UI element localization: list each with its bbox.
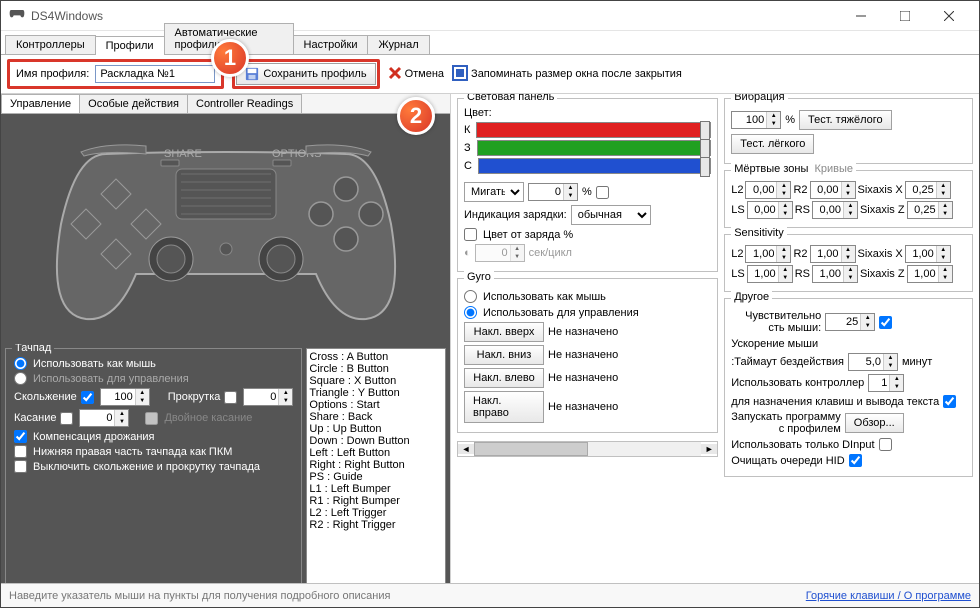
jitter-check[interactable]: Компенсация дрожания: [14, 430, 293, 443]
pulse-spin: ▲▼: [475, 244, 525, 262]
rumble-spin[interactable]: ▲▼: [731, 111, 781, 129]
flash-select[interactable]: Мигать п: [464, 182, 524, 202]
scroll-check[interactable]: [224, 391, 237, 404]
minimize-button[interactable]: [839, 1, 883, 31]
other-group: Другое Чувствительно сть мыши: ▲▼ Ускоре…: [724, 298, 973, 477]
touchpad-mouse-radio[interactable]: Использовать как мышь: [14, 357, 293, 370]
idle-spin[interactable]: ▲▼: [848, 353, 898, 371]
sensitivity-group: Sensitivity L2▲▼ R2▲▼ Sixaxis X▲▼ LS▲▼ R…: [724, 234, 973, 292]
subtab-readings[interactable]: Controller Readings: [187, 94, 302, 113]
save-icon: [245, 67, 259, 81]
profile-name-label: Имя профиля:: [16, 68, 89, 80]
status-bar: Наведите указатель мыши на пункты для по…: [1, 583, 979, 607]
slide-check[interactable]: [81, 391, 94, 404]
tilt-left-button[interactable]: Накл. влево: [464, 368, 544, 388]
blue-slider[interactable]: [478, 158, 711, 174]
sub-tabs: Управление Особые действия Controller Re…: [1, 94, 450, 114]
tab-settings[interactable]: Настройки: [293, 35, 369, 54]
touchpad-controls-radio[interactable]: Использовать для управления: [14, 372, 293, 385]
touchpad-legend: Тачпад: [12, 344, 54, 354]
hscrollbar[interactable]: ◄►: [457, 441, 718, 457]
tilt-right-button[interactable]: Накл. вправо: [464, 391, 544, 423]
lightbar-group: Световая панель Цвет: К З С Мигать п ▲▼ …: [457, 98, 718, 272]
flash-check[interactable]: [596, 186, 609, 199]
dinput-check[interactable]: Использовать только DInput: [731, 438, 966, 451]
subtab-special[interactable]: Особые действия: [79, 94, 188, 113]
callout-1: 1: [211, 39, 249, 77]
browse-button[interactable]: Обзор...: [845, 413, 904, 433]
test-light-button[interactable]: Тест. лёгкого: [731, 134, 814, 154]
flash-spin[interactable]: ▲▼: [528, 183, 578, 201]
profile-toolbar: Имя профиля: Сохранить профиль Отмена За…: [1, 55, 979, 94]
rumble-group: Вибрация ▲▼ % Тест. тяжёлого Тест. лёгко…: [724, 98, 973, 164]
maximize-button[interactable]: [883, 1, 927, 31]
controller-diagram[interactable]: SHARE OPTIONS: [1, 114, 450, 344]
titlebar: DS4Windows: [1, 1, 979, 31]
green-slider[interactable]: [477, 140, 712, 156]
gyro-group: Gyro Использовать как мышь Использовать …: [457, 278, 718, 433]
tab-controllers[interactable]: Контроллеры: [5, 35, 96, 54]
rmb-check[interactable]: Нижняя правая часть тачпада как ПКМ: [14, 445, 293, 458]
slide-spin[interactable]: ▲▼: [100, 388, 150, 406]
close-button[interactable]: [927, 1, 971, 31]
scroll-spin[interactable]: ▲▼: [243, 388, 293, 406]
status-hint: Наведите указатель мыши на пункты для по…: [9, 590, 806, 602]
svg-text:SHARE: SHARE: [164, 148, 202, 160]
deadzone-group: Мёртвые зоны Кривые L2▲▼ R2▲▼ Sixaxis X▲…: [724, 170, 973, 228]
window-title: DS4Windows: [31, 9, 839, 23]
tilt-down-button[interactable]: Накл. вниз: [464, 345, 544, 365]
remember-size-label[interactable]: Запоминать размер окна после закрытия: [471, 68, 682, 80]
touchpad-group: Тачпад Использовать как мышь Использоват…: [5, 348, 302, 586]
test-heavy-button[interactable]: Тест. тяжёлого: [799, 110, 892, 130]
charging-select[interactable]: обычная: [571, 205, 651, 225]
red-slider[interactable]: [476, 122, 711, 138]
subtab-controls[interactable]: Управление: [1, 94, 80, 113]
flush-hid-check[interactable]: Очищать очереди HID: [731, 454, 966, 467]
hotkeys-link[interactable]: Горячие клавиши / О программе: [806, 590, 971, 602]
cancel-button[interactable]: Отмена: [405, 68, 444, 80]
controller-num-spin[interactable]: ▲▼: [868, 374, 904, 392]
profile-name-input[interactable]: [95, 65, 215, 83]
tab-profiles[interactable]: Профили: [95, 36, 165, 55]
pulse-icon: ◐: [464, 247, 471, 259]
tilt-up-button[interactable]: Накл. вверх: [464, 322, 544, 342]
mouse-sens-spin[interactable]: ▲▼: [825, 313, 875, 331]
cancel-icon[interactable]: [388, 66, 402, 83]
tap-spin[interactable]: ▲▼: [79, 409, 129, 427]
save-profile-button[interactable]: Сохранить профиль: [236, 63, 375, 85]
remember-size-icon[interactable]: [452, 65, 468, 84]
mouse-accel-check[interactable]: [879, 316, 892, 329]
mappings-list[interactable]: Cross : A ButtonCircle : B ButtonSquare …: [306, 348, 446, 586]
callout-2: 2: [397, 97, 435, 135]
disable-slide-check[interactable]: Выключить скольжение и прокрутку тачпада: [14, 460, 293, 473]
main-tabs: Контроллеры Профили Автоматические профи…: [1, 31, 979, 55]
tap-check[interactable]: [60, 412, 73, 425]
gyro-mouse-radio[interactable]: Использовать как мышь: [464, 290, 711, 303]
battery-color-check[interactable]: Цвет от заряда %: [464, 228, 711, 241]
app-icon: [9, 8, 25, 24]
doubletap-check: [145, 412, 158, 425]
tab-log[interactable]: Журнал: [367, 35, 429, 54]
for-keys-check[interactable]: [943, 395, 956, 408]
gyro-controls-radio[interactable]: Использовать для управления: [464, 306, 711, 319]
